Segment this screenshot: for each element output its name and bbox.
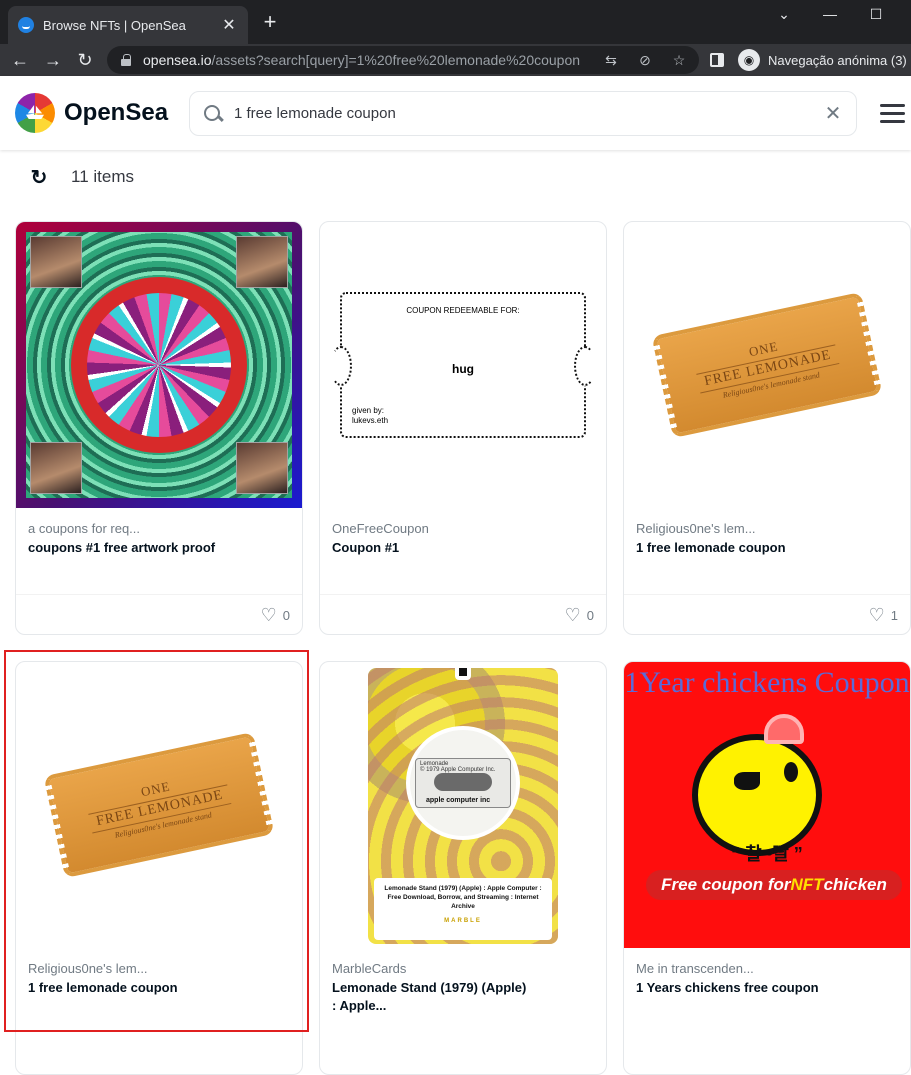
lock-icon[interactable] xyxy=(121,54,131,66)
nft-name[interactable]: 1 Years chickens free coupon xyxy=(636,979,836,997)
opensea-logo-icon[interactable] xyxy=(15,93,55,133)
heart-icon: ♡ xyxy=(868,605,885,625)
coupon-title: COUPON REDEEMABLE FOR: xyxy=(406,306,520,315)
artwork-mandala xyxy=(16,222,302,508)
minimize-window-icon[interactable]: — xyxy=(807,0,853,28)
opensea-favicon-icon xyxy=(18,17,34,33)
brand-name[interactable]: OpenSea xyxy=(64,99,168,127)
incognito-label: Navegação anónima (3) xyxy=(768,52,907,68)
browser-toolbar: ← → ↻ opensea.io/assets?search[query]=1%… xyxy=(0,44,911,76)
nft-card[interactable]: COUPON REDEEMABLE FOR: hug given by: luk… xyxy=(319,221,607,635)
nft-card[interactable]: a coupons for req... coupons #1 free art… xyxy=(15,221,303,635)
nft-name[interactable]: Coupon #1 xyxy=(332,539,532,557)
nft-card[interactable]: ONE FREE LEMONADE Religious0ne's lemonad… xyxy=(623,221,911,635)
address-bar[interactable]: opensea.io/assets?search[query]=1%20free… xyxy=(107,46,699,74)
favorite-button[interactable]: ♡ 0 xyxy=(565,605,594,626)
back-arrow-icon[interactable]: ← xyxy=(7,47,33,73)
translate-icon[interactable]: ⇆ xyxy=(601,50,621,70)
marble-tag-icon xyxy=(455,668,471,680)
chicken-icon xyxy=(692,734,822,856)
minimize-chevron-icon[interactable]: ⌄ xyxy=(761,0,807,28)
selection-highlight xyxy=(4,650,309,1032)
incognito-indicator[interactable]: ◉ Navegação anónima (3) xyxy=(738,47,907,73)
url-text[interactable]: opensea.io/assets?search[query]=1%20free… xyxy=(143,52,580,68)
site-header: OpenSea ✕ xyxy=(0,76,911,150)
nft-image[interactable]: 1Year chickens Coupon “ 찰~딸 ” Free coupo… xyxy=(624,662,910,948)
tracking-off-icon[interactable]: ⊘ xyxy=(635,50,655,70)
favorite-button[interactable]: ♡ 0 xyxy=(261,605,290,626)
hug-coupon-artwork: COUPON REDEEMABLE FOR: hug given by: luk… xyxy=(330,292,596,438)
chicken-coupon-artwork: 1Year chickens Coupon “ 찰~딸 ” Free coupo… xyxy=(624,662,910,948)
coupon-value: hug xyxy=(452,362,474,376)
card-footer: ♡ 0 xyxy=(320,594,606,634)
bookmark-star-icon[interactable]: ☆ xyxy=(669,50,689,70)
marble-caption: Lemonade Stand (1979) (Apple) : Apple Co… xyxy=(374,878,552,940)
refresh-icon[interactable]: ↻ xyxy=(28,166,50,189)
card-footer: ♡ 1 xyxy=(624,594,910,634)
maximize-window-icon[interactable]: ☐ xyxy=(853,0,899,28)
search-bar[interactable]: ✕ xyxy=(189,91,857,136)
nft-image[interactable] xyxy=(16,222,302,508)
side-panel-icon[interactable] xyxy=(710,53,724,67)
reload-icon[interactable]: ↻ xyxy=(72,47,98,73)
nft-image[interactable]: COUPON REDEEMABLE FOR: hug given by: luk… xyxy=(320,222,606,508)
collection-name[interactable]: Religious0ne's lem... xyxy=(636,521,756,536)
nft-name[interactable]: Lemonade Stand (1979) (Apple) : Apple... xyxy=(332,979,532,1015)
search-icon xyxy=(202,103,224,125)
collection-name[interactable]: OneFreeCoupon xyxy=(332,521,429,536)
nft-card[interactable]: 1Year chickens Coupon “ 찰~딸 ” Free coupo… xyxy=(623,661,911,1075)
new-tab-button[interactable]: + xyxy=(258,10,282,34)
favorite-button[interactable]: ♡ 1 xyxy=(869,605,898,626)
cassette-icon: Lemonade © 1979 Apple Computer Inc. apple… xyxy=(406,726,520,840)
marble-card-artwork: Lemonade © 1979 Apple Computer Inc. apple… xyxy=(368,668,558,944)
heart-icon: ♡ xyxy=(564,605,581,625)
tab-title: Browse NFTs | OpenSea xyxy=(43,17,186,33)
heart-icon: ♡ xyxy=(260,605,277,625)
browser-titlebar: Browse NFTs | OpenSea ✕ + ⌄ — ☐ xyxy=(0,0,911,44)
search-input[interactable] xyxy=(234,105,822,122)
like-count: 0 xyxy=(586,608,594,623)
forward-arrow-icon[interactable]: → xyxy=(40,47,66,73)
incognito-icon: ◉ xyxy=(738,49,760,71)
nft-image[interactable]: Lemonade © 1979 Apple Computer Inc. apple… xyxy=(320,662,606,948)
nft-name[interactable]: coupons #1 free artwork proof xyxy=(28,539,228,557)
tab-close-icon[interactable]: ✕ xyxy=(220,16,238,34)
collection-name[interactable]: MarbleCards xyxy=(332,961,406,976)
nft-name[interactable]: 1 free lemonade coupon xyxy=(636,539,836,557)
clear-search-icon[interactable]: ✕ xyxy=(822,103,844,125)
like-count: 0 xyxy=(282,608,290,623)
card-footer: ♡ 0 xyxy=(16,594,302,634)
nft-card[interactable]: Lemonade © 1979 Apple Computer Inc. apple… xyxy=(319,661,607,1075)
browser-tab[interactable]: Browse NFTs | OpenSea ✕ xyxy=(8,6,248,44)
collection-name[interactable]: a coupons for req... xyxy=(28,521,140,536)
nft-image[interactable]: ONE FREE LEMONADE Religious0ne's lemonad… xyxy=(624,222,910,508)
like-count: 1 xyxy=(890,608,898,623)
coupon-giver: given by: lukevs.eth xyxy=(352,406,389,425)
lemonade-ticket-artwork: ONE FREE LEMONADE Religious0ne's lemonad… xyxy=(656,296,878,434)
hamburger-menu-icon[interactable] xyxy=(880,104,905,124)
collection-name[interactable]: Me in transcenden... xyxy=(636,961,754,976)
items-count: 11 items xyxy=(71,167,134,186)
